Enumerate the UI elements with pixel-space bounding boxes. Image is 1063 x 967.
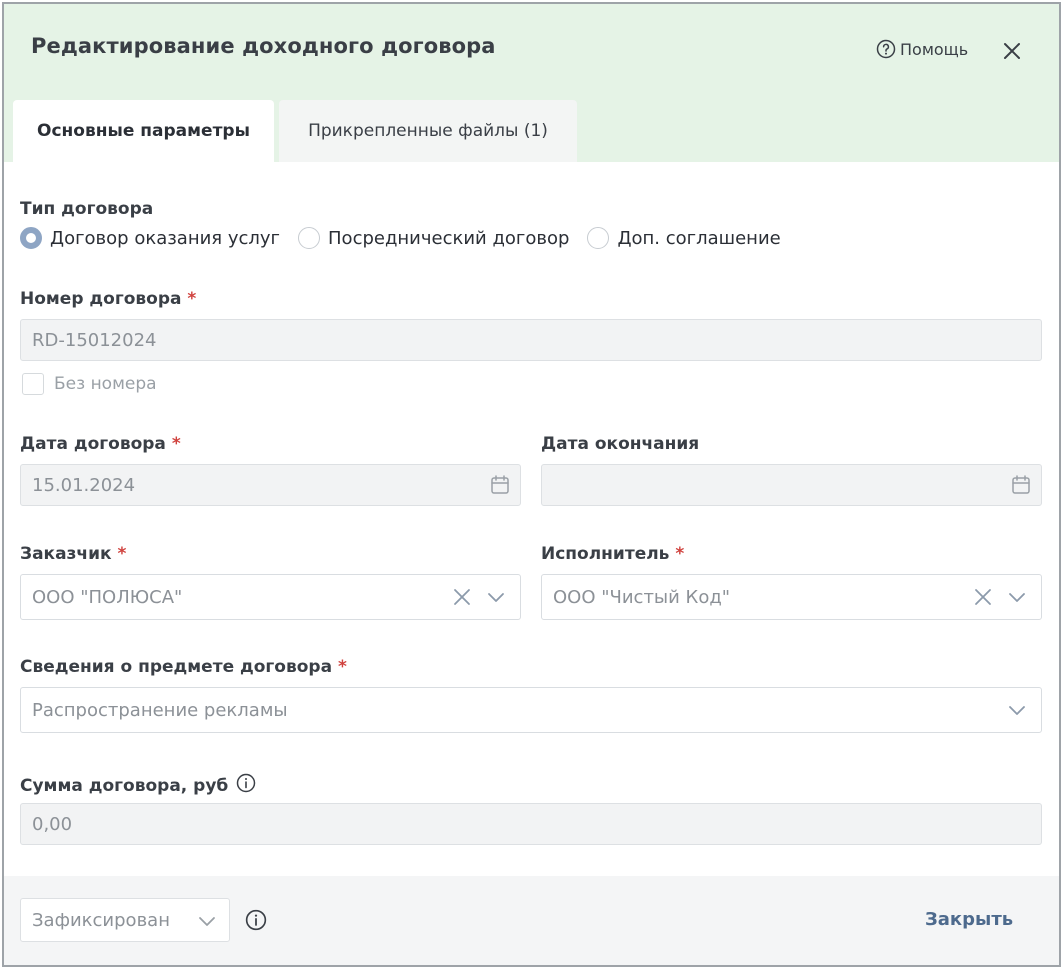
customer-select[interactable]: ООО "ПОЛЮСА" — [20, 574, 521, 620]
required-mark: * — [171, 434, 181, 454]
contract-date-value: 15.01.2024 — [32, 474, 136, 496]
dialog-title: Редактирование доходного договора — [31, 34, 496, 58]
radio-label: Доп. соглашение — [617, 227, 781, 249]
required-mark: * — [337, 657, 347, 677]
executor-select[interactable]: ООО "Чистый Код" — [541, 574, 1042, 620]
contract-date-label-text: Дата договора — [20, 434, 166, 454]
radio-unselected-icon — [298, 227, 321, 249]
dialog-header: Редактирование доходного договора Помощь… — [4, 4, 1059, 162]
close-icon[interactable] — [1000, 39, 1024, 63]
contract-date-input[interactable]: 15.01.2024 — [20, 464, 521, 506]
contract-number-label-text: Номер договора — [20, 289, 182, 309]
no-number-label: Без номера — [54, 374, 157, 394]
tab-label: Прикрепленные файлы (1) — [308, 121, 548, 141]
clear-icon[interactable] — [973, 587, 993, 612]
amount-label: Сумма договора, руб — [20, 773, 256, 798]
chevron-down-icon[interactable] — [1007, 587, 1027, 612]
customer-label-text: Заказчик — [20, 544, 112, 564]
radio-label: Договор оказания услуг — [50, 227, 281, 249]
subject-label: Сведения о предмете договора * — [20, 657, 347, 677]
subject-select[interactable]: Распространение рекламы — [20, 687, 1042, 733]
chevron-down-icon — [199, 917, 215, 926]
contract-edit-dialog: Редактирование доходного договора Помощь… — [2, 2, 1061, 967]
end-date-label: Дата окончания — [541, 434, 700, 454]
no-number-checkbox[interactable]: Без номера — [22, 373, 157, 395]
end-date-input[interactable] — [541, 464, 1042, 506]
calendar-icon[interactable] — [490, 474, 510, 501]
help-icon — [876, 39, 896, 59]
radio-label: Посреднический договор — [328, 227, 570, 249]
help-link[interactable]: Помощь — [876, 39, 968, 59]
close-button[interactable]: Закрыть — [925, 909, 1013, 930]
tab-attached-files[interactable]: Прикрепленные файлы (1) — [279, 100, 577, 162]
radio-agency-contract[interactable]: Посреднический договор — [298, 227, 569, 249]
clear-icon[interactable] — [452, 587, 472, 612]
info-icon[interactable] — [245, 909, 267, 935]
required-mark: * — [117, 544, 127, 564]
radio-selected-icon — [20, 227, 42, 249]
chevron-down-icon[interactable] — [1007, 700, 1027, 725]
contract-number-input[interactable]: RD-15012024 — [20, 319, 1042, 361]
tab-label: Основные параметры — [37, 121, 250, 141]
amount-label-text: Сумма договора, руб — [20, 775, 229, 796]
executor-value: ООО "Чистый Код" — [553, 586, 731, 608]
executor-label-text: Исполнитель — [541, 544, 670, 564]
info-icon[interactable] — [236, 773, 256, 798]
customer-label: Заказчик * — [20, 544, 126, 564]
subject-label-text: Сведения о предмете договора — [20, 657, 333, 677]
radio-supplementary-agreement[interactable]: Доп. соглашение — [587, 227, 781, 249]
required-mark: * — [187, 289, 197, 309]
radio-unselected-icon — [587, 227, 610, 249]
radio-service-contract[interactable]: Договор оказания услуг — [20, 227, 280, 249]
contract-date-label: Дата договора * — [20, 434, 181, 454]
help-label: Помощь — [900, 39, 969, 59]
subject-value: Распространение рекламы — [32, 699, 288, 721]
dialog-footer: Зафиксирован Закрыть — [4, 876, 1059, 965]
tab-main-parameters[interactable]: Основные параметры — [13, 100, 274, 162]
contract-number-label: Номер договора * — [20, 289, 196, 309]
amount-input[interactable]: 0,00 — [20, 803, 1042, 845]
chevron-down-icon[interactable] — [486, 587, 506, 612]
checkbox-icon — [22, 373, 44, 395]
amount-value: 0,00 — [32, 813, 73, 835]
status-select[interactable]: Зафиксирован — [20, 898, 230, 942]
contract-number-value: RD-15012024 — [32, 329, 157, 351]
calendar-icon[interactable] — [1011, 474, 1031, 501]
executor-label: Исполнитель * — [541, 544, 684, 564]
contract-type-label: Тип договора — [20, 199, 154, 219]
status-value: Зафиксирован — [32, 909, 170, 931]
required-mark: * — [675, 544, 685, 564]
customer-value: ООО "ПОЛЮСА" — [32, 586, 183, 608]
contract-type-radio-group: Договор оказания услуг Посреднический до… — [20, 227, 799, 249]
